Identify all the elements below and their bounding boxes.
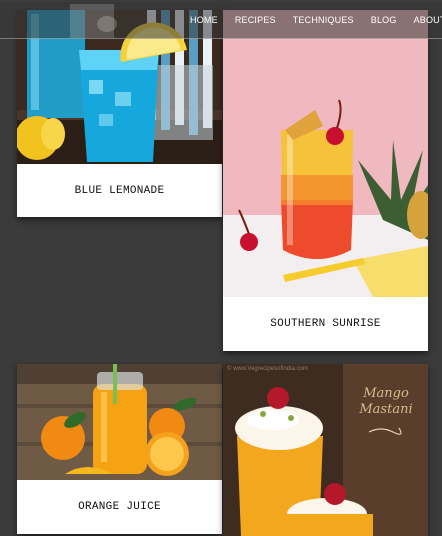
nav-home-link[interactable]: HOME — [190, 15, 218, 25]
southern-sunrise-photo[interactable] — [223, 10, 428, 297]
nav-about-us-link[interactable]: ABOUT US — [414, 15, 442, 25]
nav-blog-link[interactable]: BLOG — [371, 15, 397, 25]
blue-lemonade-title[interactable]: BLUE LEMONADE — [17, 164, 222, 217]
recipe-card-mango-mastani[interactable]: Mango Mastani © www.Vegrecipesofindia.co… — [223, 364, 428, 536]
recipe-card-southern-sunrise[interactable]: SOUTHERN SUNRISE — [223, 10, 428, 351]
southern-sunrise-title[interactable]: SOUTHERN SUNRISE — [223, 297, 428, 351]
top-navigation-bar: HOME RECIPES TECHNIQUES BLOG ABOUT US — [0, 2, 442, 39]
orange-juice-photo[interactable] — [17, 364, 222, 480]
orange-juice-title[interactable]: ORANGE JUICE — [17, 480, 222, 534]
watermark-text: © www.Vegrecipesofindia.com — [227, 366, 308, 372]
nav-techniques-link[interactable]: TECHNIQUES — [293, 15, 354, 25]
recipe-card-blue-lemonade[interactable]: BLUE LEMONADE — [17, 10, 222, 217]
site-logo[interactable] — [70, 4, 114, 38]
mango-mastani-photo[interactable]: Mango Mastani © www.Vegrecipesofindia.co… — [223, 364, 428, 536]
nav-recipes-link[interactable]: RECIPES — [235, 15, 276, 25]
mango-mastani-image-text: Mango Mastani — [359, 386, 413, 417]
recipe-card-orange-juice[interactable]: ORANGE JUICE — [17, 364, 222, 534]
main-menu: HOME RECIPES TECHNIQUES BLOG ABOUT US — [190, 2, 442, 38]
